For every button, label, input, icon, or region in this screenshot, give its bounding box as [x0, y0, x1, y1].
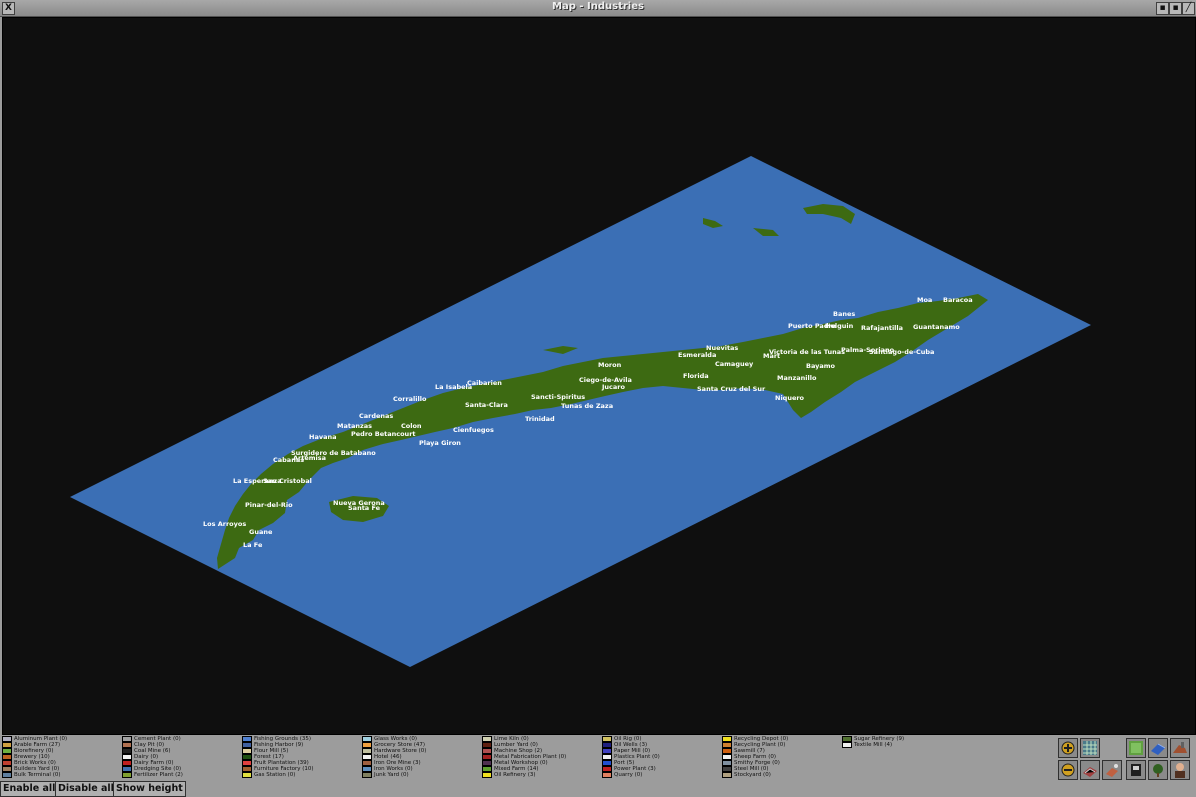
- town-label: Banes: [833, 310, 855, 318]
- legend-swatch: [122, 772, 132, 778]
- zoom-out-icon[interactable]: [1058, 760, 1078, 780]
- town-label: Santiago-de-Cuba: [869, 348, 934, 356]
- title-bar[interactable]: X Map - Industries ▪ ▪ ╱: [0, 0, 1196, 17]
- legend-label: Fertilizer Plant (2): [134, 772, 183, 778]
- town-label: La Isabela: [435, 383, 472, 391]
- show-height-button[interactable]: Show height: [113, 781, 186, 797]
- legend-item[interactable]: Bulk Terminal (0): [2, 772, 122, 778]
- town-label: Pinar-del-Rio: [245, 501, 293, 509]
- town-label: San Cristobal: [263, 477, 312, 485]
- legend-item[interactable]: Junk Yard (0): [362, 772, 482, 778]
- town-label: Tunas de Zaza: [561, 402, 613, 410]
- legend-swatch: [722, 772, 732, 778]
- town-label: Moa: [917, 296, 932, 304]
- town-label: Matanzas: [337, 422, 372, 430]
- legend-column: Oil Rig (0) Oil Wells (3) Paper Mill (0) Pl…: [602, 736, 722, 778]
- legend-swatch: [362, 772, 372, 778]
- town-label: Mart: [763, 352, 780, 360]
- town-label: Trinidad: [525, 415, 555, 423]
- town-label: Artemisa: [293, 454, 326, 462]
- legend-column: Aluminum Plant (0) Arable Farm (27) Bioref…: [2, 736, 122, 778]
- grid-icon[interactable]: [1080, 738, 1100, 758]
- legend-label: Gas Station (0): [254, 772, 296, 778]
- legend-column: Recycling Depot (0) Recycling Plant (0) Sa…: [722, 736, 842, 778]
- legend-swatch: [2, 772, 12, 778]
- legend-item[interactable]: Oil Refinery (3): [482, 772, 602, 778]
- map-mode-buttons: [1058, 738, 1196, 796]
- minimap[interactable]: Moa BaracoaBanesPuerto Padre GuantanamoHol…: [3, 18, 1195, 734]
- town-label: Santa Fe: [348, 504, 381, 512]
- legend-swatch: [842, 742, 852, 748]
- owners-icon[interactable]: [1170, 760, 1190, 780]
- legend-column: Lime Kiln (0) Lumber Yard (0) Machine Shop…: [482, 736, 602, 778]
- town-label: Cardenas: [359, 412, 393, 420]
- town-label: La Fe: [243, 541, 263, 549]
- legend-column: Fishing Grounds (35) Fishing Harbor (9) Fl…: [242, 736, 362, 778]
- town-label: Caibarien: [467, 379, 502, 387]
- legend-swatch: [482, 772, 492, 778]
- zoom-in-icon[interactable]: [1058, 738, 1078, 758]
- window-title: Map - Industries: [552, 1, 644, 12]
- town-label: Niquero: [775, 394, 805, 402]
- town-label: Playa Giron: [419, 439, 461, 447]
- town-label: Havana: [309, 433, 336, 441]
- legend-item[interactable]: Fertilizer Plant (2): [122, 772, 242, 778]
- legend-label: Oil Refinery (3): [494, 772, 536, 778]
- routes-icon[interactable]: [1080, 760, 1100, 780]
- town-label: Moron: [598, 361, 622, 369]
- legend-label: Textile Mill (4): [854, 742, 893, 748]
- legend-label: Quarry (0): [614, 772, 643, 778]
- legend-item[interactable]: Gas Station (0): [242, 772, 362, 778]
- vegetation-icon[interactable]: [1148, 760, 1168, 780]
- vehicles-icon[interactable]: [1148, 738, 1168, 758]
- legend-item[interactable]: Quarry (0): [602, 772, 722, 778]
- town-label: Cienfuegos: [453, 426, 494, 434]
- map-window: X Map - Industries ▪ ▪ ╱ Moa Baracoa Banes…: [0, 0, 1196, 797]
- town-label: Victoria de las Tunas: [769, 348, 845, 356]
- town-label: Esmeralda: [678, 351, 716, 359]
- sticky-button[interactable]: ▪: [1169, 2, 1182, 15]
- town-label: Colon: [401, 422, 422, 430]
- town-label: Rafajantilla: [861, 324, 903, 332]
- map-viewport[interactable]: Moa Baracoa Banes Puerto Padre Guantanamo Hol…: [2, 17, 1196, 735]
- contours-icon[interactable]: [1126, 738, 1146, 758]
- town-label: Camaguey: [715, 360, 754, 368]
- legend-column: Cement Plant (0) Clay Pit (0) Coal Mine (6…: [122, 736, 242, 778]
- town-label: Guantanamo: [913, 323, 960, 331]
- town-label: Santa Cruz del Sur: [697, 385, 766, 393]
- town-label: Los Arroyos: [203, 520, 246, 528]
- legend-swatch: [602, 772, 612, 778]
- disable-all-button[interactable]: Disable all: [55, 781, 117, 797]
- town-label: Florida: [683, 372, 709, 380]
- enable-all-button[interactable]: Enable all: [0, 781, 59, 797]
- legend-label: Junk Yard (0): [374, 772, 409, 778]
- trains-icon[interactable]: [1102, 760, 1122, 780]
- legend-item[interactable]: Textile Mill (4): [842, 742, 962, 748]
- legend-column: Sugar Refinery (9) Textile Mill (4): [842, 736, 962, 748]
- transport-icon[interactable]: [1126, 760, 1146, 780]
- legend-column: Glass Works (0) Grocery Store (47) Hardwar…: [362, 736, 482, 778]
- town-label: Baracoa: [943, 296, 973, 304]
- town-label: Corralillo: [393, 395, 427, 403]
- button-bar: Enable all Disable all Show height: [0, 781, 300, 797]
- town-label: Sancti-Spiritus: [531, 393, 585, 401]
- town-label: Guane: [249, 528, 273, 536]
- legend-swatch: [242, 772, 252, 778]
- industry-legend: Aluminum Plant (0) Arable Farm (27) Bioref…: [2, 736, 1054, 780]
- industries-icon[interactable]: [1170, 738, 1190, 758]
- defsize-button[interactable]: ▪: [1156, 2, 1169, 15]
- water: [70, 156, 1091, 667]
- town-label: Manzanillo: [777, 374, 817, 382]
- resize-button[interactable]: ╱: [1182, 2, 1195, 15]
- town-label: Bayamo: [806, 362, 836, 370]
- legend-label: Bulk Terminal (0): [14, 772, 61, 778]
- legend-label: Stockyard (0): [734, 772, 771, 778]
- town-label: Santa-Clara: [465, 401, 508, 409]
- legend-item[interactable]: Stockyard (0): [722, 772, 842, 778]
- town-label: Pedro Betancourt: [351, 430, 416, 438]
- town-label: Jucaro: [601, 383, 625, 391]
- town-label: Holguin: [825, 322, 854, 330]
